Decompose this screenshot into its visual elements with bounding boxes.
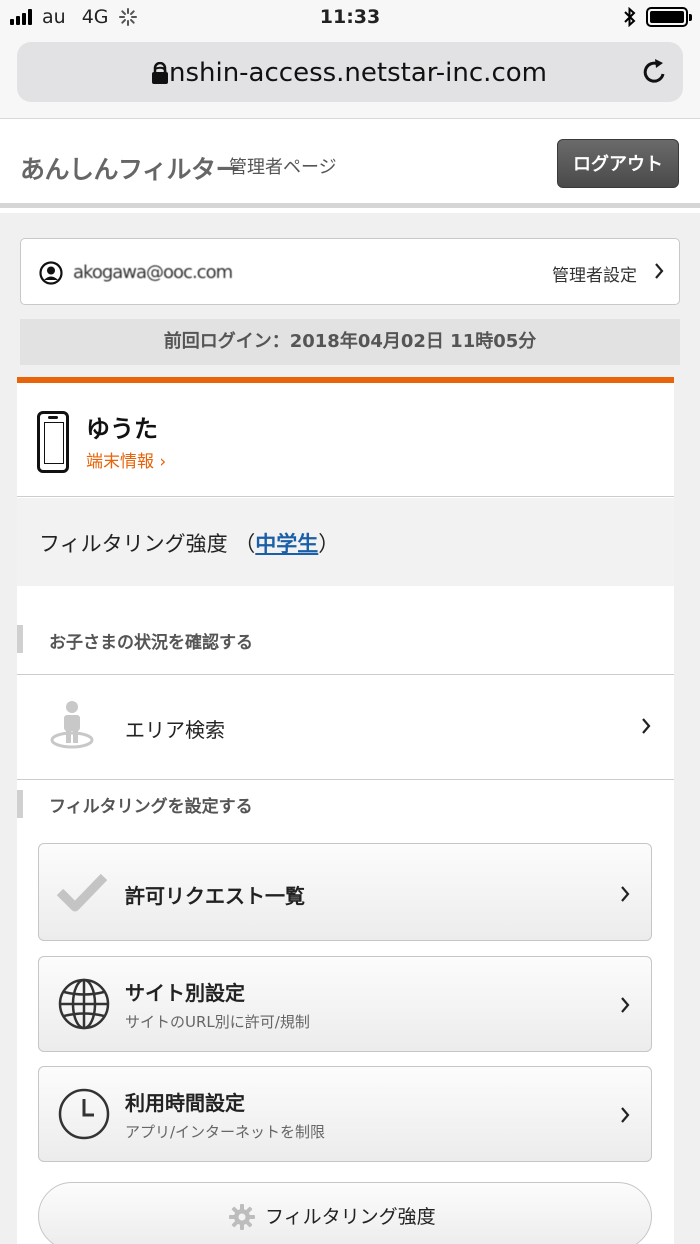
reload-icon[interactable] — [641, 58, 669, 86]
section-set-filtering: フィルタリングを設定する — [17, 782, 674, 832]
filter-strength-label: フィルタリング強度 — [39, 532, 228, 556]
smartphone-icon — [37, 411, 69, 473]
clock-icon — [58, 1088, 110, 1140]
usage-time-title: 利用時間設定 — [125, 1091, 245, 1115]
bluetooth-icon — [624, 7, 636, 27]
section-title: フィルタリングを設定する — [49, 797, 253, 817]
device-card: ゆうた 端末情報 › フィルタリング強度 （中学生） お子さまの状況を確認する … — [17, 377, 674, 1244]
app-logo: あんしんフィルター — [20, 155, 241, 184]
chevron-right-icon — [621, 886, 630, 902]
chevron-right-icon — [621, 997, 630, 1013]
status-time: 11:33 — [319, 6, 381, 28]
globe-icon — [58, 978, 110, 1030]
filter-strength-button-label: フィルタリング強度 — [265, 1206, 436, 1228]
paren-close: ） — [318, 532, 340, 556]
browser-toolbar: anshin-access.netstar-inc.com — [0, 36, 700, 119]
site-settings-button[interactable]: サイト別設定 サイトのURL別に許可/規制 — [38, 956, 652, 1052]
admin-settings-link[interactable]: 管理者設定 — [552, 261, 637, 286]
battery-icon — [646, 7, 692, 27]
section-marker — [17, 790, 23, 818]
address-bar[interactable]: anshin-access.netstar-inc.com — [17, 42, 683, 102]
status-bar: au 4G 11:33 — [0, 0, 700, 36]
permission-requests-button[interactable]: 許可リクエスト一覧 — [38, 843, 652, 941]
area-search-row[interactable]: エリア検索 — [17, 674, 674, 780]
url-text: anshin-access.netstar-inc.com — [153, 58, 547, 88]
section-marker — [17, 625, 23, 653]
status-right — [624, 7, 692, 27]
last-login: 前回ログイン：2018年04月02日 11時05分 — [20, 319, 680, 365]
site-header: あんしんフィルター 管理者ページ ログアウト — [0, 120, 700, 208]
gear-icon — [229, 1204, 255, 1230]
permission-requests-title: 許可リクエスト一覧 — [125, 884, 305, 908]
chevron-right-icon — [642, 718, 651, 734]
page-subtitle: 管理者ページ — [229, 157, 337, 178]
section-title: お子さまの状況を確認する — [49, 633, 253, 653]
filter-strength-row: フィルタリング強度 （中学生） — [17, 498, 674, 586]
area-search-label: エリア検索 — [125, 718, 225, 742]
user-icon — [39, 261, 63, 285]
chevron-right-icon — [621, 1107, 630, 1123]
chevron-right-icon — [655, 263, 664, 279]
device-info-link[interactable]: 端末情報 › — [86, 447, 166, 472]
logout-button[interactable]: ログアウト — [557, 139, 679, 188]
account-row[interactable]: akogawa@ooc.com 管理者設定 — [20, 238, 680, 305]
checkmark-icon — [57, 873, 107, 912]
device-header: ゆうた 端末情報 › — [17, 389, 674, 497]
device-name: ゆうた — [86, 415, 158, 443]
site-settings-title: サイト別設定 — [125, 981, 245, 1005]
location-person-icon — [50, 701, 94, 749]
usage-time-button[interactable]: 利用時間設定 アプリ/インターネットを制限 — [38, 1066, 652, 1162]
section-check-child: お子さまの状況を確認する — [17, 611, 674, 661]
filter-strength-button[interactable]: フィルタリング強度 — [38, 1182, 652, 1244]
usage-time-sub: アプリ/インターネットを制限 — [125, 1123, 326, 1141]
filter-strength-text: フィルタリング強度 （中学生） — [39, 528, 339, 558]
paren-open: （ — [234, 532, 256, 556]
site-settings-sub: サイトのURL別に許可/規制 — [125, 1013, 310, 1031]
account-email: akogawa@ooc.com — [73, 262, 233, 283]
filter-level-link[interactable]: 中学生 — [255, 532, 318, 556]
